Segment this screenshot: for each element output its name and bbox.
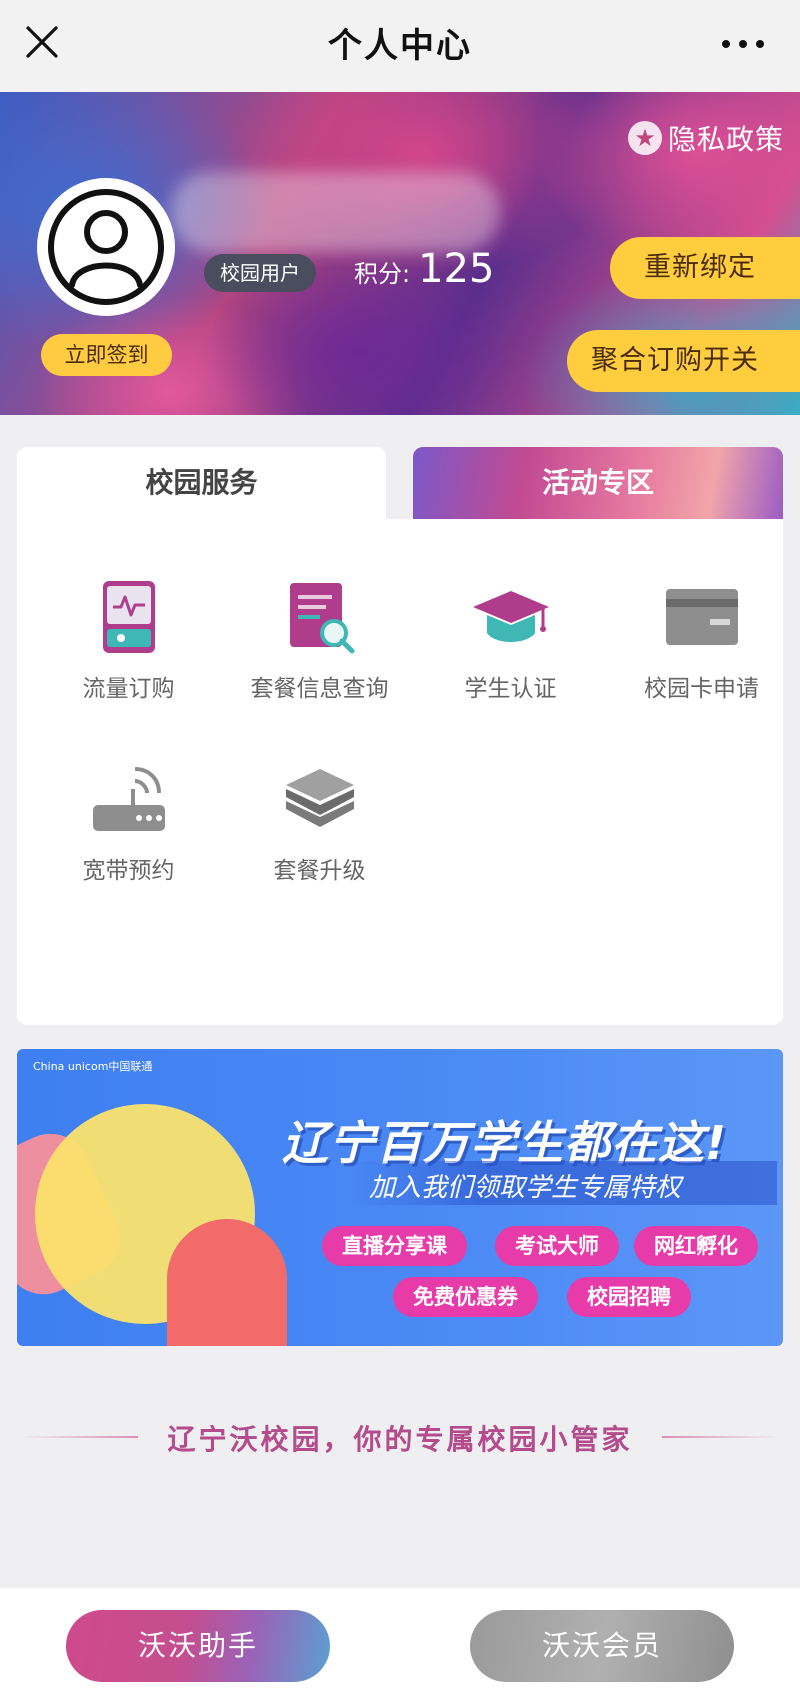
service-label: 学生认证 (464, 676, 557, 702)
promo-banner[interactable]: China unicom中国联通 辽宁百万学生都在这! 加入我们领取学生专属特权… (17, 1049, 783, 1346)
user-icon (48, 189, 164, 305)
service-package-query[interactable]: 套餐信息查询 (224, 577, 415, 737)
banner-chip: 直播分享课 (322, 1226, 467, 1266)
service-label: 套餐信息查询 (250, 676, 389, 702)
card-icon (665, 589, 738, 645)
phone-data-icon (102, 581, 155, 653)
banner-chip: 网红孵化 (634, 1226, 758, 1266)
slogan: 辽宁沃校园，你的专属校园小管家 (0, 1418, 800, 1458)
points-value: 125 (418, 246, 495, 292)
banner-chip: 校园招聘 (567, 1277, 691, 1317)
privacy-policy-link[interactable]: ★ 隐私政策 (627, 118, 784, 158)
illustration-figure (167, 1219, 287, 1346)
service-student-verification[interactable]: 学生认证 (415, 577, 606, 737)
service-package-upgrade[interactable]: 套餐升级 (224, 759, 415, 919)
bottom-bar: 沃沃助手 沃沃会员 (0, 1588, 800, 1708)
graduation-cap-icon (472, 591, 549, 642)
page-title: 个人中心 (328, 26, 472, 66)
wowo-member-button[interactable]: 沃沃会员 (470, 1610, 734, 1682)
blurred-username (170, 172, 500, 252)
service-label: 流量订购 (82, 676, 175, 702)
service-label: 宽带预约 (82, 858, 175, 884)
avatar[interactable] (37, 178, 175, 316)
banner-chip: 免费优惠券 (393, 1277, 538, 1317)
service-label: 套餐升级 (273, 858, 366, 884)
slogan-text: 辽宁沃校园，你的专属校园小管家 (167, 1423, 633, 1456)
points-label: 积分: (354, 260, 411, 288)
services-panel: 流量订购 套餐信息查询 学生认证 校园卡申请 宽带预约 套餐升级 (17, 519, 783, 1025)
tab-campus-services[interactable]: 校园服务 (17, 447, 386, 519)
divider (20, 1436, 138, 1438)
service-campus-card[interactable]: 校园卡申请 (606, 577, 797, 737)
router-icon (92, 767, 165, 831)
banner-subtitle: 加入我们领取学生专属特权 (369, 1173, 682, 1203)
points-display: 积分: 125 (354, 246, 494, 292)
top-bar: 个人中心 (0, 0, 800, 92)
layers-icon (285, 769, 354, 827)
banner-chip: 考试大师 (495, 1226, 619, 1266)
service-data-purchase[interactable]: 流量订购 (33, 577, 224, 737)
document-search-icon (289, 583, 354, 654)
user-type-badge: 校园用户 (204, 254, 316, 292)
divider (662, 1436, 780, 1438)
service-label: 校园卡申请 (644, 676, 759, 702)
signin-button[interactable]: 立即签到 (41, 334, 172, 376)
tab-activity-zone[interactable]: 活动专区 (413, 447, 783, 519)
unicom-logo: China unicom中国联通 (33, 1060, 153, 1073)
merge-order-switch-button[interactable]: 聚合订购开关 (567, 330, 800, 392)
service-broadband-booking[interactable]: 宽带预约 (33, 759, 224, 919)
more-icon[interactable] (720, 34, 766, 54)
rebind-button[interactable]: 重新绑定 (610, 237, 800, 299)
wowo-assistant-button[interactable]: 沃沃助手 (66, 1610, 330, 1682)
star-icon: ★ (627, 121, 662, 155)
privacy-policy-label: 隐私政策 (667, 123, 784, 156)
